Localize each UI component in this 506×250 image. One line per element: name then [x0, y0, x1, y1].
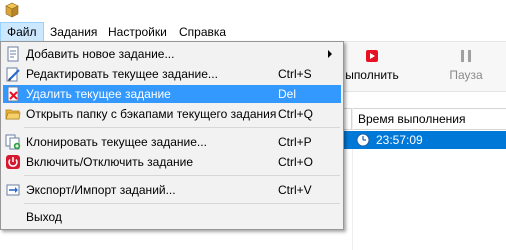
menu-item-shortcut: Ctrl+V: [278, 183, 312, 197]
menu-item-label: Включить/Отключить задание: [26, 155, 194, 169]
open-folder-icon: [5, 109, 21, 120]
menu-bar: Файл Задания Настройки Справка: [0, 22, 506, 42]
menu-item-edit-task[interactable]: Редактировать текущее задание... Ctrl+S: [3, 65, 341, 83]
clone-task-icon: [5, 134, 21, 150]
add-task-icon: [7, 46, 19, 62]
menu-separator: [24, 175, 340, 176]
clock-icon: [356, 133, 370, 147]
menu-item-exit[interactable]: Выход: [3, 208, 341, 226]
pause-label: Пауза: [449, 68, 483, 82]
run-time-cell: 23:57:09: [376, 133, 423, 147]
menu-item-open-backup-folder[interactable]: Открыть папку с бэкапами текущего задани…: [3, 105, 341, 123]
menu-item-label: Удалить текущее задание: [26, 87, 171, 101]
column-header-run-time[interactable]: Время выполнения: [352, 109, 506, 130]
run-button[interactable]: ыполнить: [336, 46, 408, 88]
delete-task-icon: [7, 86, 19, 102]
menu-item-label: Выход: [26, 210, 62, 224]
menu-item-shortcut: Ctrl+O: [278, 155, 314, 169]
menu-separator: [24, 203, 340, 204]
edit-task-icon: [6, 67, 20, 82]
menu-item-shortcut: Ctrl+P: [278, 135, 312, 149]
menu-item-export-import[interactable]: Экспорт/Импорт заданий... Ctrl+V: [3, 181, 341, 199]
menu-item-shortcut: Del: [278, 87, 297, 101]
run-label: ыполнить: [345, 68, 399, 82]
menu-item-label: Открыть папку с бэкапами текущего задани…: [26, 107, 277, 121]
file-menu-dropdown: Добавить новое задание... Редактировать …: [0, 41, 344, 230]
menu-tasks[interactable]: Задания: [44, 22, 103, 42]
menu-separator: [24, 127, 340, 128]
menu-item-label: Клонировать текущее задание...: [26, 135, 207, 149]
menu-item-clone-task[interactable]: Клонировать текущее задание... Ctrl+P: [3, 133, 341, 151]
title-bar: [0, 0, 506, 22]
submenu-arrow-icon: [328, 50, 332, 58]
menu-item-shortcut: Ctrl+Q: [278, 107, 314, 121]
menu-item-label: Экспорт/Импорт заданий...: [26, 183, 176, 197]
menu-item-delete-task[interactable]: Удалить текущее задание Del: [3, 85, 341, 103]
menu-item-add-task[interactable]: Добавить новое задание...: [3, 45, 341, 63]
menu-item-toggle-task[interactable]: Включить/Отключить задание Ctrl+O: [3, 153, 341, 171]
menu-item-label: Редактировать текущее задание...: [26, 67, 218, 81]
play-icon: [366, 50, 378, 62]
pause-icon: [461, 50, 471, 62]
app-box-icon: [5, 2, 19, 18]
grid-divider: [352, 108, 353, 250]
menu-help[interactable]: Справка: [173, 22, 232, 42]
menu-settings[interactable]: Настройки: [102, 22, 173, 42]
menu-item-label: Добавить новое задание...: [26, 47, 175, 61]
power-toggle-icon: [6, 155, 20, 169]
menu-file[interactable]: Файл: [0, 22, 44, 42]
export-import-icon: [6, 184, 20, 196]
pause-button[interactable]: Пауза: [438, 46, 494, 88]
menu-item-shortcut: Ctrl+S: [278, 67, 312, 81]
